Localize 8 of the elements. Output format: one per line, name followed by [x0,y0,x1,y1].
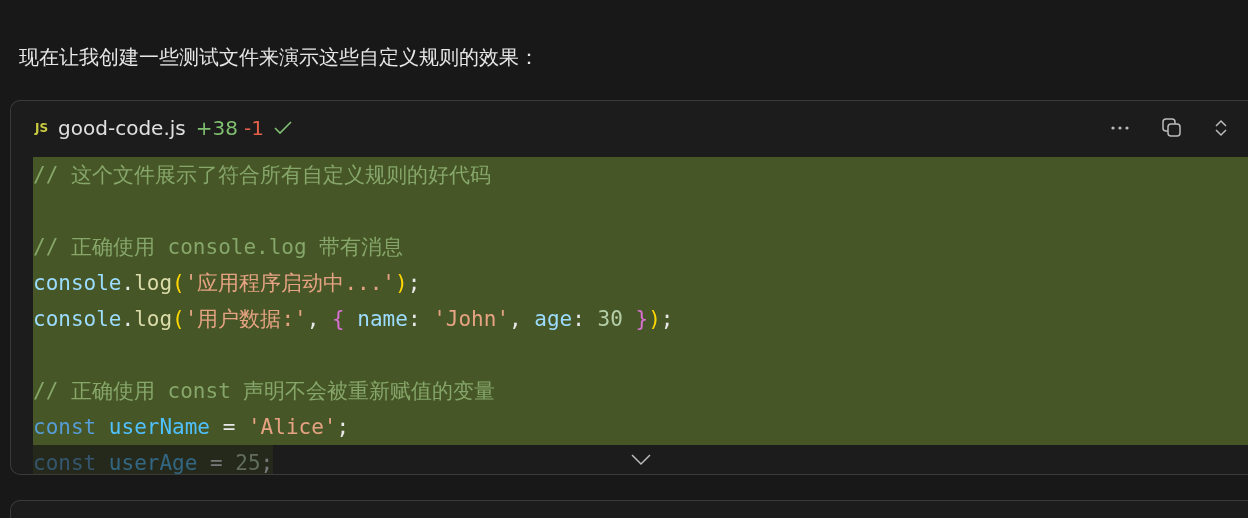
message-text: 现在让我创建一些测试文件来演示这些自定义规则的效果： [19,44,540,71]
more-icon[interactable] [1110,125,1130,131]
added-count: +38 [195,116,238,140]
code-line: const userAge = 25; [33,445,1248,474]
chevron-down-icon[interactable] [631,454,651,466]
js-label: JS [35,121,49,135]
file-name: good-code.js [58,116,186,140]
removed-count: -1 [244,116,264,140]
